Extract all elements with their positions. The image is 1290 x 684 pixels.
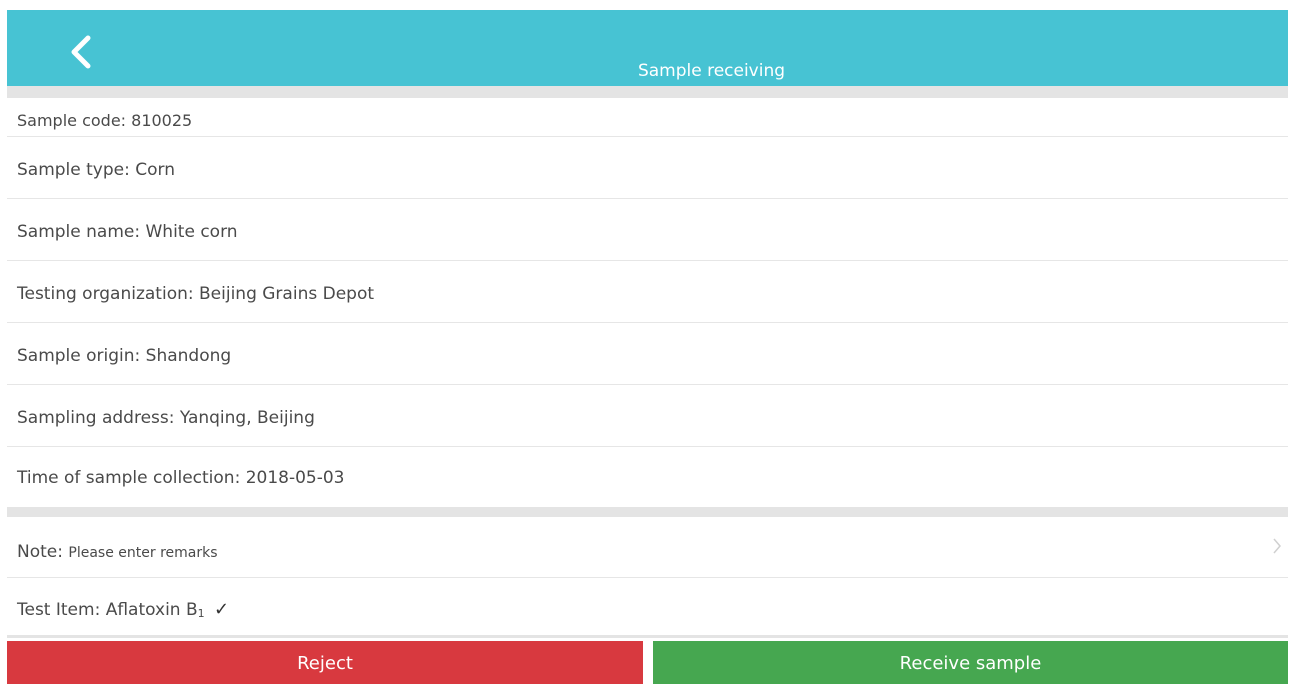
page-title: Sample receiving bbox=[637, 61, 786, 81]
sample-code-row: Sample code: 810025 bbox=[7, 98, 1288, 137]
sample-origin-text: Sample origin: Shandong bbox=[17, 346, 232, 366]
sample-origin-row: Sample origin: Shandong bbox=[7, 323, 1288, 385]
test-item-text: Test Item: Aflatoxin B1 ✓ bbox=[17, 599, 229, 620]
testing-organization-row: Testing organization: Beijing Grains Dep… bbox=[7, 261, 1288, 323]
reject-button[interactable]: Reject bbox=[7, 641, 643, 684]
app-header: Sample receiving bbox=[7, 10, 1288, 86]
sample-name-text: Sample name: White corn bbox=[17, 222, 238, 242]
test-item-row: Test Item: Aflatoxin B1 ✓ bbox=[7, 578, 1288, 638]
collection-time-text: Time of sample collection: 2018-05-03 bbox=[17, 468, 345, 488]
sample-code-text: Sample code: 810025 bbox=[17, 111, 193, 130]
receive-sample-button[interactable]: Receive sample bbox=[653, 641, 1288, 684]
check-icon: ✓ bbox=[214, 599, 230, 620]
section-divider bbox=[7, 507, 1288, 517]
note-placeholder: Please enter remarks bbox=[68, 545, 218, 561]
sampling-address-row: Sampling address: Yanqing, Beijing bbox=[7, 385, 1288, 447]
test-item-subscript: 1 bbox=[197, 607, 205, 620]
section-divider bbox=[7, 86, 1288, 98]
sampling-address-text: Sampling address: Yanqing, Beijing bbox=[17, 408, 315, 428]
note-label: Note: bbox=[17, 542, 63, 562]
chevron-right-icon bbox=[1273, 538, 1281, 554]
sample-type-row: Sample type: Corn bbox=[7, 137, 1288, 199]
testing-organization-text: Testing organization: Beijing Grains Dep… bbox=[17, 284, 375, 304]
note-field[interactable]: Note: Please enter remarks bbox=[7, 517, 1288, 578]
sample-name-row: Sample name: White corn bbox=[7, 199, 1288, 261]
test-item-label: Test Item: Aflatoxin B bbox=[17, 600, 198, 620]
sample-type-text: Sample type: Corn bbox=[17, 160, 175, 180]
note-text: Note: Please enter remarks bbox=[17, 542, 218, 562]
collection-time-row: Time of sample collection: 2018-05-03 bbox=[7, 447, 1288, 507]
